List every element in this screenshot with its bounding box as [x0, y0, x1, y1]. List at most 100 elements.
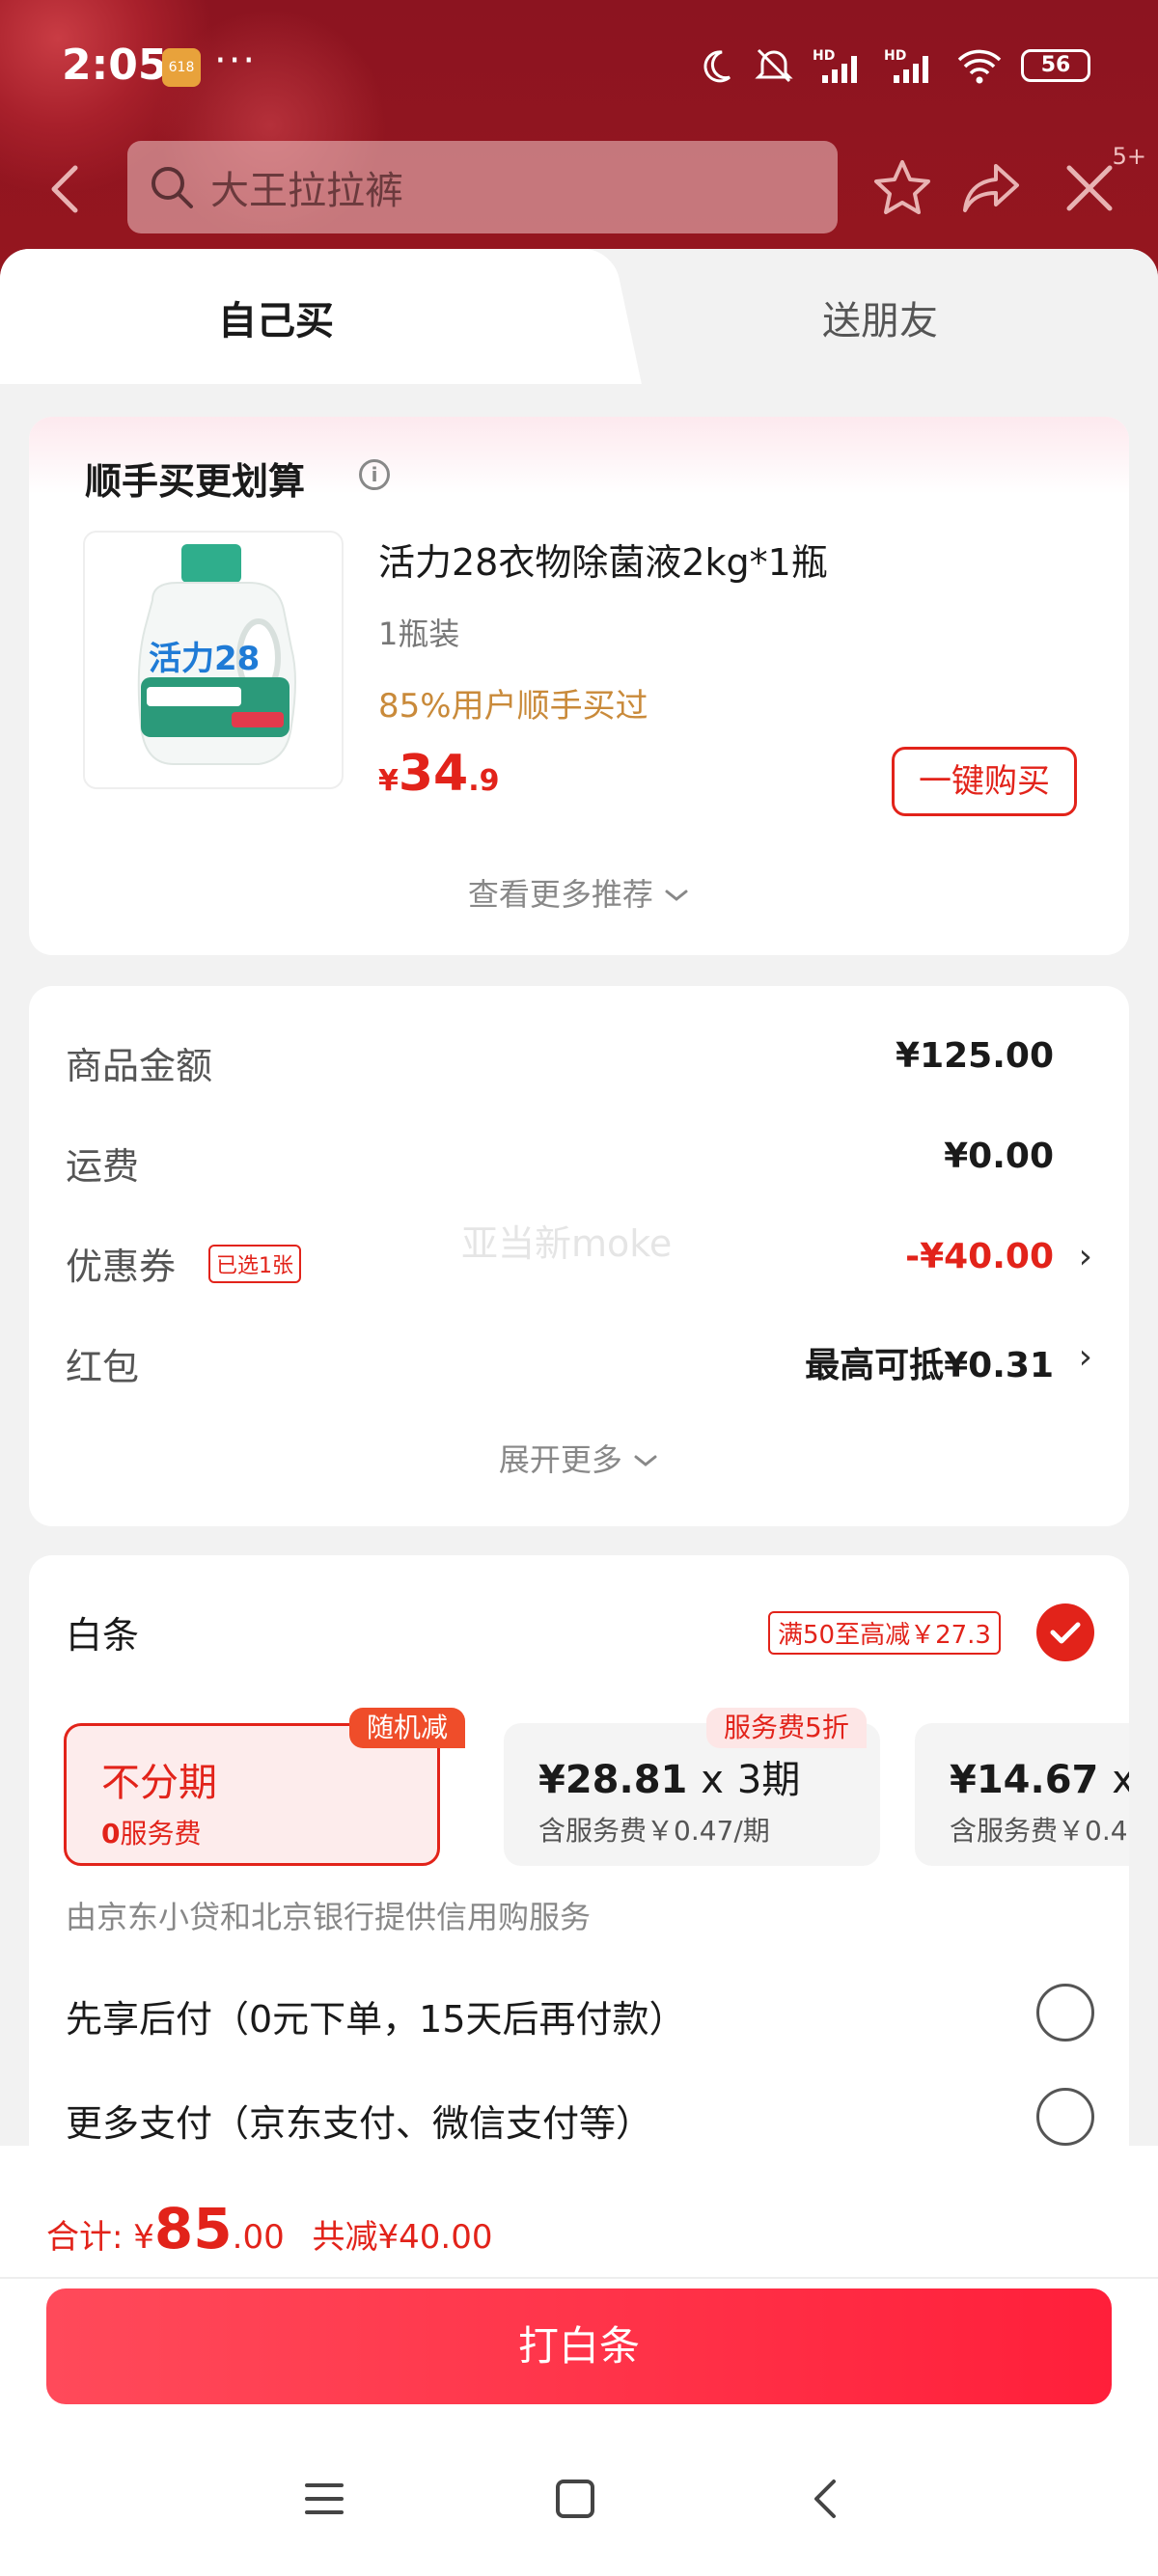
plan-badge: 随机减 [349, 1708, 466, 1748]
search-icon [152, 167, 193, 208]
plan-period: 3期 [736, 1758, 801, 1802]
order-total: 合计: ¥85.00 共减¥40.00 [46, 2196, 493, 2261]
redpacket-value: 最高可抵¥0.31 [805, 1346, 1054, 1385]
tab-self-label: 自己买 [218, 299, 334, 343]
cost-row-shipping: 运费 ¥0.00 [66, 1137, 1092, 1194]
search-input[interactable]: 大王拉拉裤 [127, 141, 838, 233]
plan-amount: ¥14.67 [950, 1758, 1099, 1802]
option-label: 先享后付（0元下单，15天后再付款） [66, 1998, 686, 2041]
status-bar: 2:05 618 ··· HD HD 56 [0, 0, 1158, 135]
chevron-down-icon [665, 890, 688, 901]
plan-subtitle: 含服务费￥0.47/期 [538, 1815, 770, 1847]
plan-badge: 服务费5折 [706, 1708, 867, 1748]
signal-hd-icon-2: HD [884, 48, 928, 83]
plan-fee-label: 服务费 [120, 1818, 202, 1850]
svg-text:HD: HD [884, 48, 906, 64]
plan-fee-amount: 0 [101, 1818, 121, 1850]
credit-provider-note: 由京东小贷和北京银行提供信用购服务 [66, 1899, 592, 1935]
chevron-right-icon: › [1078, 1237, 1092, 1276]
installment-plans: 不分期 0服务费 随机减 ¥28.81 x 3期 含服务费￥0.47/期 服务费… [64, 1708, 1129, 1868]
more-recommend-label: 查看更多推荐 [467, 876, 653, 913]
detergent-bottle-image: 活力28 [137, 544, 296, 765]
nav-bar: 大王拉拉裤 5+ [0, 135, 1158, 241]
search-query: 大王拉拉裤 [210, 169, 403, 213]
notification-badge: 5+ [1112, 143, 1146, 170]
product-image[interactable]: 活力28 [83, 531, 344, 789]
share-icon[interactable] [957, 154, 1025, 222]
recommend-title: 顺手买更划算 [85, 460, 306, 503]
pay-baitiao-button[interactable]: 打白条 [46, 2288, 1112, 2404]
plan-subtitle: 含服务费￥0.4 [950, 1815, 1128, 1847]
cost-value: ¥0.00 [944, 1137, 1054, 1176]
plan-title: ¥14.67 x 6期 [950, 1748, 1129, 1804]
tab-bar: 自己买 送朋友 [0, 249, 1158, 384]
coupon-selected-tag: 已选1张 [208, 1245, 301, 1283]
cost-row-goods: 商品金额 ¥125.00 [66, 1036, 1092, 1094]
plan-subtitle: 0服务费 [101, 1813, 202, 1851]
option-pay-later[interactable]: 先享后付（0元下单，15天后再付款） [66, 1984, 1094, 2047]
product-popularity: 85%用户顺手买过 [378, 687, 648, 726]
recommend-card: 顺手买更划算 i 活力28 活力28衣物除菌液2kg*1瓶 1瓶装 85%用户顺… [29, 417, 1129, 955]
price-decimal: .9 [468, 764, 500, 798]
product-spec: 1瓶装 [378, 616, 460, 652]
chevron-right-icon: › [1078, 1337, 1092, 1377]
price-currency: ¥ [378, 764, 399, 798]
divider [0, 2277, 1158, 2279]
mute-icon [755, 48, 793, 83]
back-nav-icon[interactable] [797, 2470, 855, 2528]
option-radio[interactable] [1036, 2088, 1094, 2146]
battery-icon: 56 [1021, 49, 1090, 82]
payment-method-label: 白条 [66, 1614, 140, 1657]
plan-title: 不分期 [101, 1761, 217, 1805]
chevron-down-icon [634, 1455, 657, 1466]
cost-summary-card: 商品金额 ¥125.00 运费 ¥0.00 优惠券 已选1张 -¥40.00 ›… [29, 986, 1129, 1526]
cost-label: 红包 [66, 1346, 140, 1388]
back-icon[interactable] [41, 162, 95, 216]
plan-6-installments[interactable]: ¥14.67 x 6期 含服务费￥0.4 [915, 1723, 1129, 1866]
plan-amount: ¥28.81 [538, 1758, 688, 1802]
plan-multiplier: x [701, 1758, 724, 1802]
cost-label: 优惠券 [66, 1246, 177, 1288]
total-currency: ¥ [133, 2218, 154, 2257]
home-icon[interactable] [546, 2470, 604, 2528]
promo-tag: 满50至高减￥27.3 [768, 1611, 1001, 1655]
total-label: 合计: [46, 2218, 124, 2257]
total-decimal: .00 [232, 2218, 285, 2257]
svg-text:HD: HD [813, 48, 835, 64]
tab-gift-label: 送朋友 [822, 299, 938, 343]
watermark: 亚当新moke [461, 1222, 673, 1265]
total-integer: 85 [153, 2196, 233, 2261]
app-notification-icon: 618 [162, 48, 201, 87]
total-discount: 共减¥40.00 [312, 2218, 493, 2257]
info-icon[interactable]: i [359, 459, 390, 490]
option-more-payment[interactable]: 更多支付（京东支付、微信支付等） [66, 2088, 1094, 2151]
wifi-icon [957, 49, 1002, 84]
cost-value: ¥125.00 [896, 1036, 1054, 1076]
plan-title: ¥28.81 x 3期 [538, 1748, 800, 1804]
payment-card: 白条 满50至高减￥27.3 不分期 0服务费 随机减 ¥28.81 x 3期 … [29, 1555, 1129, 2153]
favorite-star-icon[interactable] [868, 154, 936, 222]
expand-more-label: 展开更多 [498, 1441, 622, 1478]
check-icon [1050, 1622, 1081, 1644]
system-nav-bar [0, 2454, 1158, 2551]
expand-more-link[interactable]: 展开更多 [29, 1436, 1129, 1480]
menu-icon[interactable] [295, 2470, 353, 2528]
more-recommend-link[interactable]: 查看更多推荐 [29, 870, 1129, 915]
option-radio[interactable] [1036, 1984, 1094, 2042]
cost-row-redpacket[interactable]: 红包 最高可抵¥0.31 › [66, 1337, 1092, 1395]
coupon-value: -¥40.00 [905, 1237, 1054, 1276]
payment-selected-check[interactable] [1036, 1603, 1094, 1661]
one-click-buy-button[interactable]: 一键购买 [892, 747, 1077, 816]
more-notifications-icon: ··· [214, 39, 258, 83]
signal-hd-icon: HD [813, 48, 857, 83]
checkout-footer: 合计: ¥85.00 共减¥40.00 打白条 [0, 2146, 1158, 2576]
cost-label: 运费 [66, 1145, 140, 1188]
status-icons: HD HD 56 [697, 46, 1090, 85]
price-integer: 34 [398, 745, 469, 803]
product-name[interactable]: 活力28衣物除菌液2kg*1瓶 [378, 533, 828, 586]
cost-label: 商品金额 [66, 1045, 213, 1087]
moon-icon [703, 50, 731, 83]
status-time: 2:05 [62, 41, 168, 90]
product-price: ¥34.9 [378, 745, 500, 803]
product-logo-text: 活力28 [149, 640, 260, 678]
